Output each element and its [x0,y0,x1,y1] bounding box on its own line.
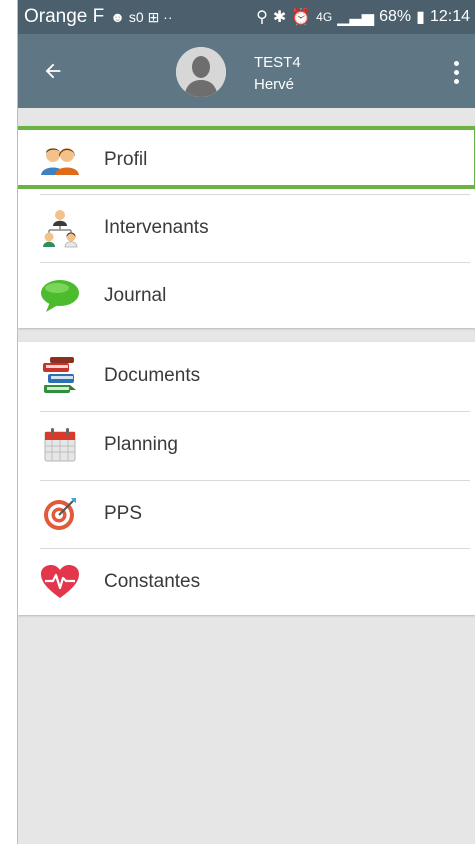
menu-item-documents[interactable]: Documents [18,342,475,410]
clock: 12:14 [429,8,470,25]
menu-item-label: Journal [104,285,167,306]
menu-item-pps[interactable]: PPS [18,480,475,548]
books-stack-icon [40,357,80,395]
heart-pulse-icon [40,563,80,601]
network-icon: 4G [316,10,333,24]
avatar[interactable] [176,47,226,97]
app-bar: TEST4 Hervé [18,34,475,108]
target-icon [40,495,80,533]
menu-item-label: PPS [104,503,143,524]
menu-section-patient: Profil Intervenants Journal [18,126,475,328]
menu-item-intervenants[interactable]: Intervenants [18,194,475,262]
alarm-icon: ⏰ [291,9,312,26]
menu-item-label: Profil [104,149,148,170]
user-first-name: Hervé [254,76,295,93]
menu-item-planning[interactable]: Planning [18,411,475,479]
overflow-menu-button[interactable] [442,54,470,90]
arrow-left-icon [45,63,61,79]
menu-item-label: Planning [104,434,178,455]
carrier-name: Orange F [24,6,105,27]
menu-item-label: Documents [104,365,201,386]
more-vertical-icon [453,60,459,66]
bluetooth-icon: ✱ [272,9,287,26]
menu-item-journal[interactable]: Journal [18,262,475,330]
status-right: ⚲ ✱ ⏰ 4G ▁▃▅ 68% ▮ 12:14 [256,7,470,27]
person-silhouette-icon [176,47,226,97]
back-button[interactable] [33,51,73,91]
status-left: Orange F ☻ s0 ⊞ ·· [24,6,173,28]
status-bar: Orange F ☻ s0 ⊞ ·· ⚲ ✱ ⏰ 4G ▁▃▅ 68% ▮ 12… [18,0,475,34]
user-name: TEST4 [254,54,301,71]
status-indicators: ☻ s0 ⊞ ·· [110,8,173,25]
speech-bubble-icon [40,277,80,315]
menu-item-label: Constantes [104,571,201,592]
battery-percent: 68% [379,8,412,25]
menu-section-records: Documents Planning PPS Constantes [18,342,475,615]
team-hierarchy-icon [40,209,80,248]
menu-item-label: Intervenants [104,217,209,238]
calendar-icon [40,426,80,464]
phone-screen: Orange F ☻ s0 ⊞ ·· ⚲ ✱ ⏰ 4G ▁▃▅ 68% ▮ 12… [17,0,475,844]
location-icon: ⚲ [256,9,268,26]
menu-item-constantes[interactable]: Constantes [18,548,475,616]
menu-item-profil[interactable]: Profil [18,126,475,194]
people-pair-icon [40,141,80,179]
signal-icon: ▁▃▅ [337,9,375,26]
battery-icon: ▮ [416,9,425,26]
